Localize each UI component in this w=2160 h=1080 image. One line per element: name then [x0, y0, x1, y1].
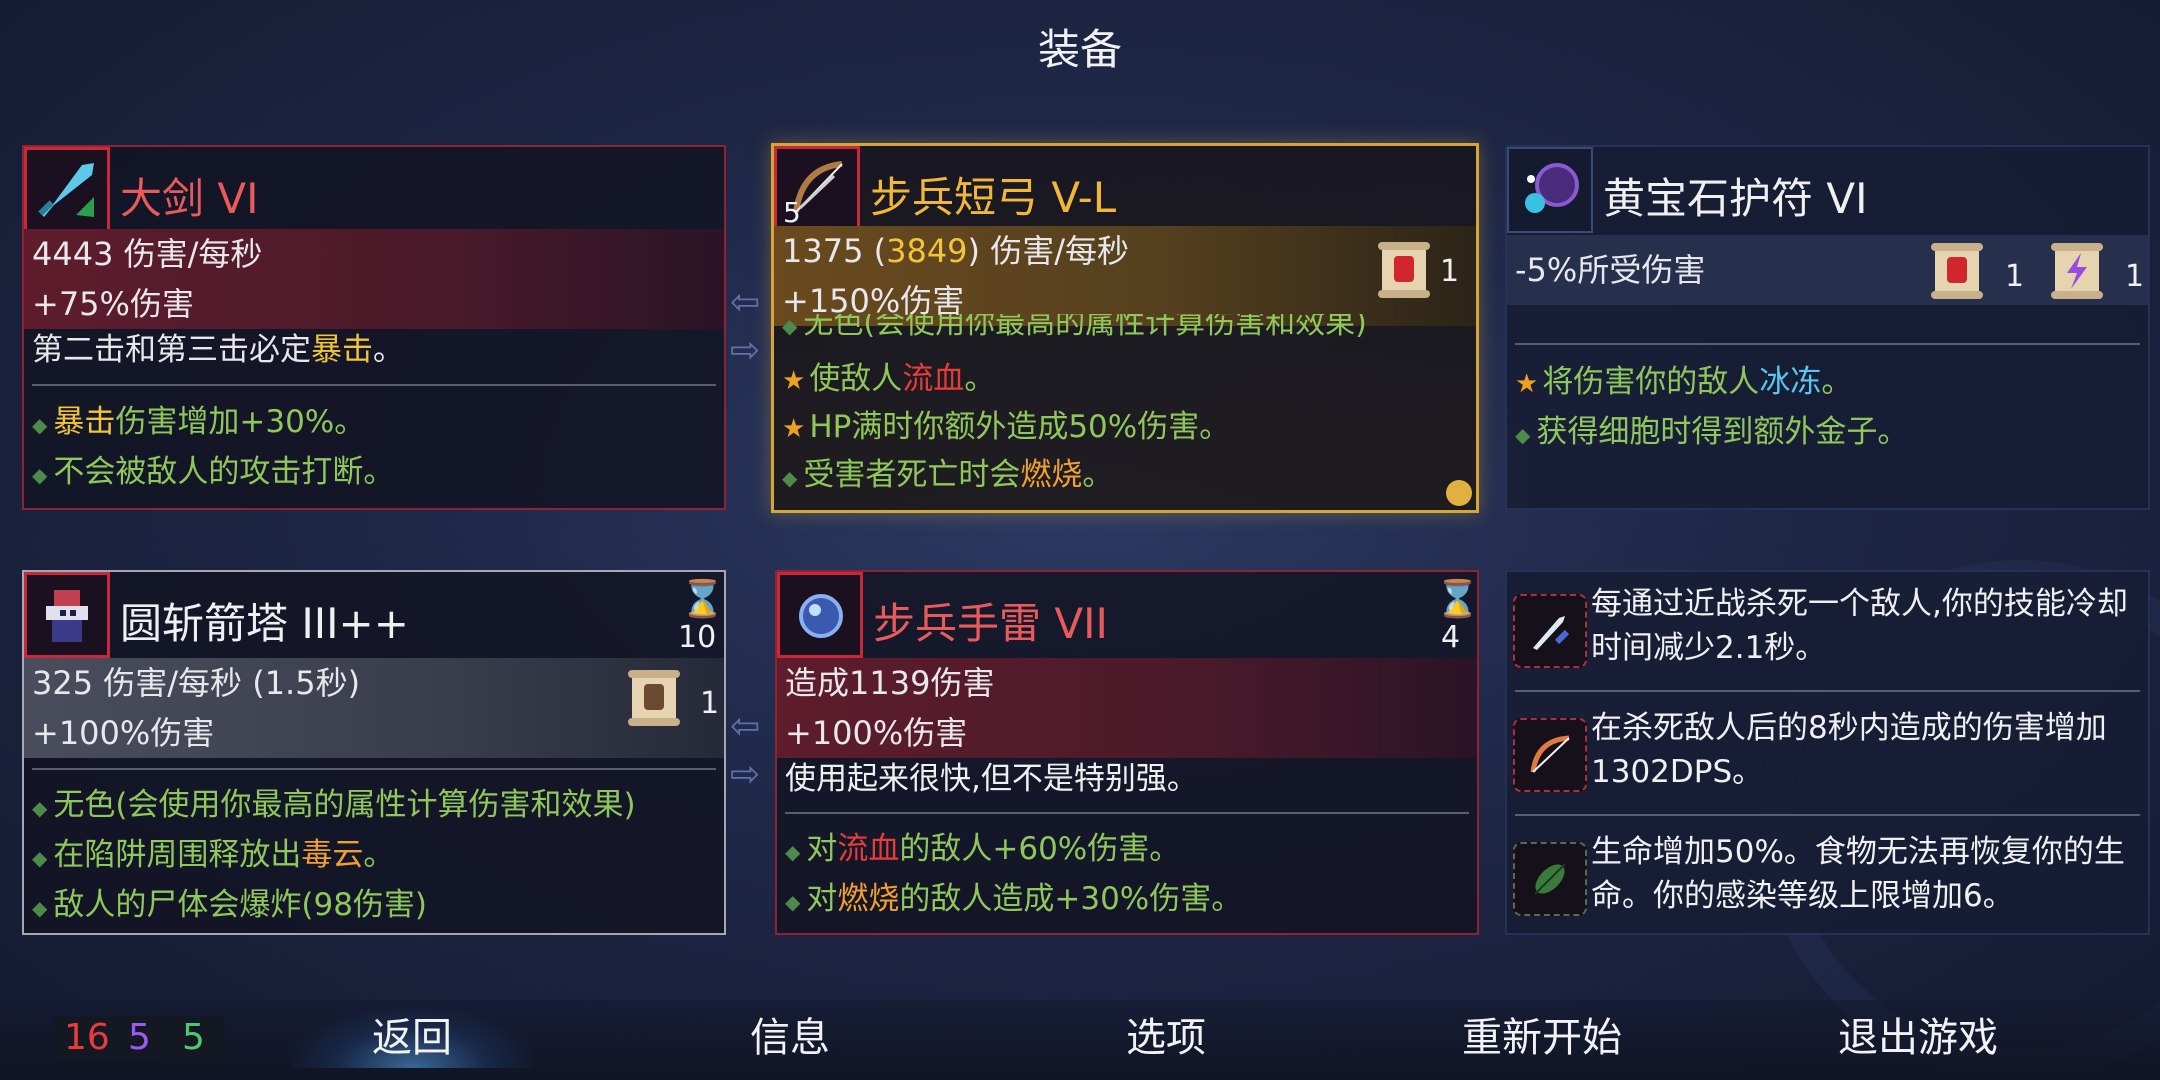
card-header: 圆斩箭塔 III++ [24, 572, 724, 662]
card-header: 大剑 VI [24, 147, 724, 237]
mutation-description: 生命增加50%。食物无法再恢复你的生命。你的感染等级上限增加6。 [1591, 834, 2125, 914]
arrow-right-icon: ⇨ [730, 754, 761, 795]
back-button[interactable]: 返回 [292, 1008, 532, 1068]
dps-stat: 1375 (3849) 伤害/每秒 [774, 226, 1476, 276]
bottom-menu-bar: 16 5 5 返回 信息 选项 重新开始 退出游戏 [0, 1000, 2160, 1080]
tactics-count: 5 [128, 1017, 151, 1058]
scroll-count: 1 [2125, 259, 2145, 294]
dps-stat: 4443 伤害/每秒 [24, 229, 724, 279]
item-name: 大剑 VI [120, 174, 259, 223]
arrow-left-icon: ⇦ [730, 282, 761, 323]
cooldown-value: 10 [678, 620, 717, 655]
options-button[interactable]: 选项 [1046, 1008, 1286, 1068]
perk-line: ◆ 无色(会使用你最高的属性计算伤害和效果) [32, 787, 636, 823]
perk-line-cut: ◆ 无色(会使用你最高的属性计算伤害和效果) [782, 314, 1367, 338]
perk-line: ★ HP满时你额外造成50%伤害。 [782, 409, 1231, 445]
divider [1515, 814, 2140, 816]
item-name: 步兵短弓 V-L [870, 173, 1117, 222]
bow-mutation-icon [1513, 718, 1587, 792]
card-header: 黄宝石护符 VI [1507, 147, 2148, 237]
dagger-mutation-icon [1513, 594, 1587, 668]
item-description: 使用起来很快,但不是特别强。 [785, 761, 1198, 797]
restart-button[interactable]: 重新开始 [1422, 1008, 1662, 1068]
turret-icon [24, 572, 110, 658]
perk-line: ◆ 对流血的敌人+60%伤害。 [785, 831, 1181, 867]
sword-icon [24, 147, 110, 233]
page-title: 装备 [1037, 25, 1122, 74]
perk-line: ★ 使敌人流血。 [782, 361, 996, 397]
arrow-left-icon: ⇦ [730, 706, 761, 747]
card-header: 5 步兵短弓 V-L [774, 146, 1476, 236]
perk-line: ◆ 暴击伤害增加+30%。 [32, 404, 366, 440]
perk-line: ◆ 受害者死亡时会燃烧。 [782, 457, 1114, 493]
arrow-right-icon: ⇨ [730, 330, 761, 371]
perk-line: ◆ 在陷阱周围释放出毒云。 [32, 837, 395, 873]
perk-line: ★ 将伤害你的敌人冰冻。 [1515, 364, 1853, 400]
scroll-of-survival-icon [624, 666, 684, 730]
divider [785, 812, 1469, 814]
scroll-count: 1 [1440, 254, 1460, 289]
cooldown-value: 4 [1441, 620, 1461, 655]
divider [32, 768, 716, 770]
hourglass-icon: ⌛ [680, 579, 725, 620]
item-name: 黄宝石护符 VI [1603, 174, 1868, 223]
perk-line: ◆ 不会被敌人的攻击打断。 [32, 454, 395, 490]
mutations-panel: 每通过近战杀死一个敌人,你的技能冷却时间减少2.1秒。 在杀死敌人后的8秒内造成… [1505, 570, 2150, 935]
divider [1515, 690, 2140, 692]
perk-line: ◆ 对燃烧的敌人造成+30%伤害。 [785, 881, 1243, 917]
amulet-card[interactable]: 黄宝石护符 VI -5%所受伤害 1 1 ★ 将伤害你的敌人冰冻。 ◆ 获得细胞时得… [1505, 145, 2150, 510]
item-level: 5 [783, 196, 801, 229]
hourglass-icon: ⌛ [1435, 579, 1479, 620]
mutation-item[interactable]: 在杀死敌人后的8秒内造成的伤害增加1302DPS。 [1507, 698, 2148, 810]
legendary-gem-icon [1446, 480, 1472, 506]
card-header: 步兵手雷 VII [777, 572, 1477, 662]
dps-stat: 325 伤害/每秒 (1.5秒) [24, 658, 724, 708]
skill-card-turret[interactable]: 圆斩箭塔 III++ ⌛ 10 325 伤害/每秒 (1.5秒) +100%伤害… [22, 570, 726, 935]
leaf-mutation-icon [1513, 842, 1587, 916]
grenade-icon [777, 572, 863, 658]
mutation-description: 在杀死敌人后的8秒内造成的伤害增加1302DPS。 [1591, 710, 2107, 790]
brutality-count: 16 [64, 1017, 110, 1058]
mutation-description: 每通过近战杀死一个敌人,你的技能冷却时间减少2.1秒。 [1591, 586, 2128, 666]
damage-stat: 造成1139伤害 [777, 658, 1477, 708]
weapon-card-greatsword[interactable]: 大剑 VI 4443 伤害/每秒 +75%伤害 第二击和第三击必定暴击。 ◆ 暴击… [22, 145, 726, 510]
mutation-item[interactable]: 每通过近战杀死一个敌人,你的技能冷却时间减少2.1秒。 [1507, 574, 2148, 686]
mutation-item[interactable]: 生命增加50%。食物无法再恢复你的生命。你的感染等级上限增加6。 [1507, 822, 2148, 933]
weapon-card-bow[interactable]: 5 步兵短弓 V-L 1375 (3849) 伤害/每秒 +150%伤害 1 ◆… [771, 143, 1479, 513]
perk-line: ◆ 获得细胞时得到额外金子。 [1515, 414, 1909, 450]
scroll-count: 1 [700, 686, 720, 721]
scroll-count: 1 [2005, 259, 2025, 294]
item-name: 圆斩箭塔 III++ [120, 599, 409, 648]
scroll-of-tactics-icon [2047, 239, 2107, 303]
item-name: 步兵手雷 VII [873, 599, 1108, 648]
perk-line: ◆ 敌人的尸体会爆炸(98伤害) [32, 887, 428, 923]
divider [1515, 343, 2140, 345]
scroll-of-brutality-icon [1374, 238, 1434, 302]
info-button[interactable]: 信息 [670, 1008, 910, 1068]
damage-bonus: +100%伤害 [777, 708, 1477, 758]
scroll-stat-counts: 16 5 5 [54, 1016, 224, 1060]
bow-icon: 5 [774, 146, 860, 232]
quit-game-button[interactable]: 退出游戏 [1798, 1008, 2038, 1068]
damage-bonus: +100%伤害 [24, 708, 724, 758]
survival-count: 5 [182, 1017, 205, 1058]
damage-bonus: +75%伤害 [24, 279, 724, 329]
scroll-of-brutality-icon [1927, 239, 1987, 303]
skill-card-grenade[interactable]: 步兵手雷 VII ⌛ 4 造成1139伤害 +100%伤害 使用起来很快,但不是… [775, 570, 1479, 935]
divider [32, 384, 716, 386]
amulet-icon [1507, 147, 1593, 233]
item-description: 第二击和第三击必定暴击。 [32, 332, 404, 368]
